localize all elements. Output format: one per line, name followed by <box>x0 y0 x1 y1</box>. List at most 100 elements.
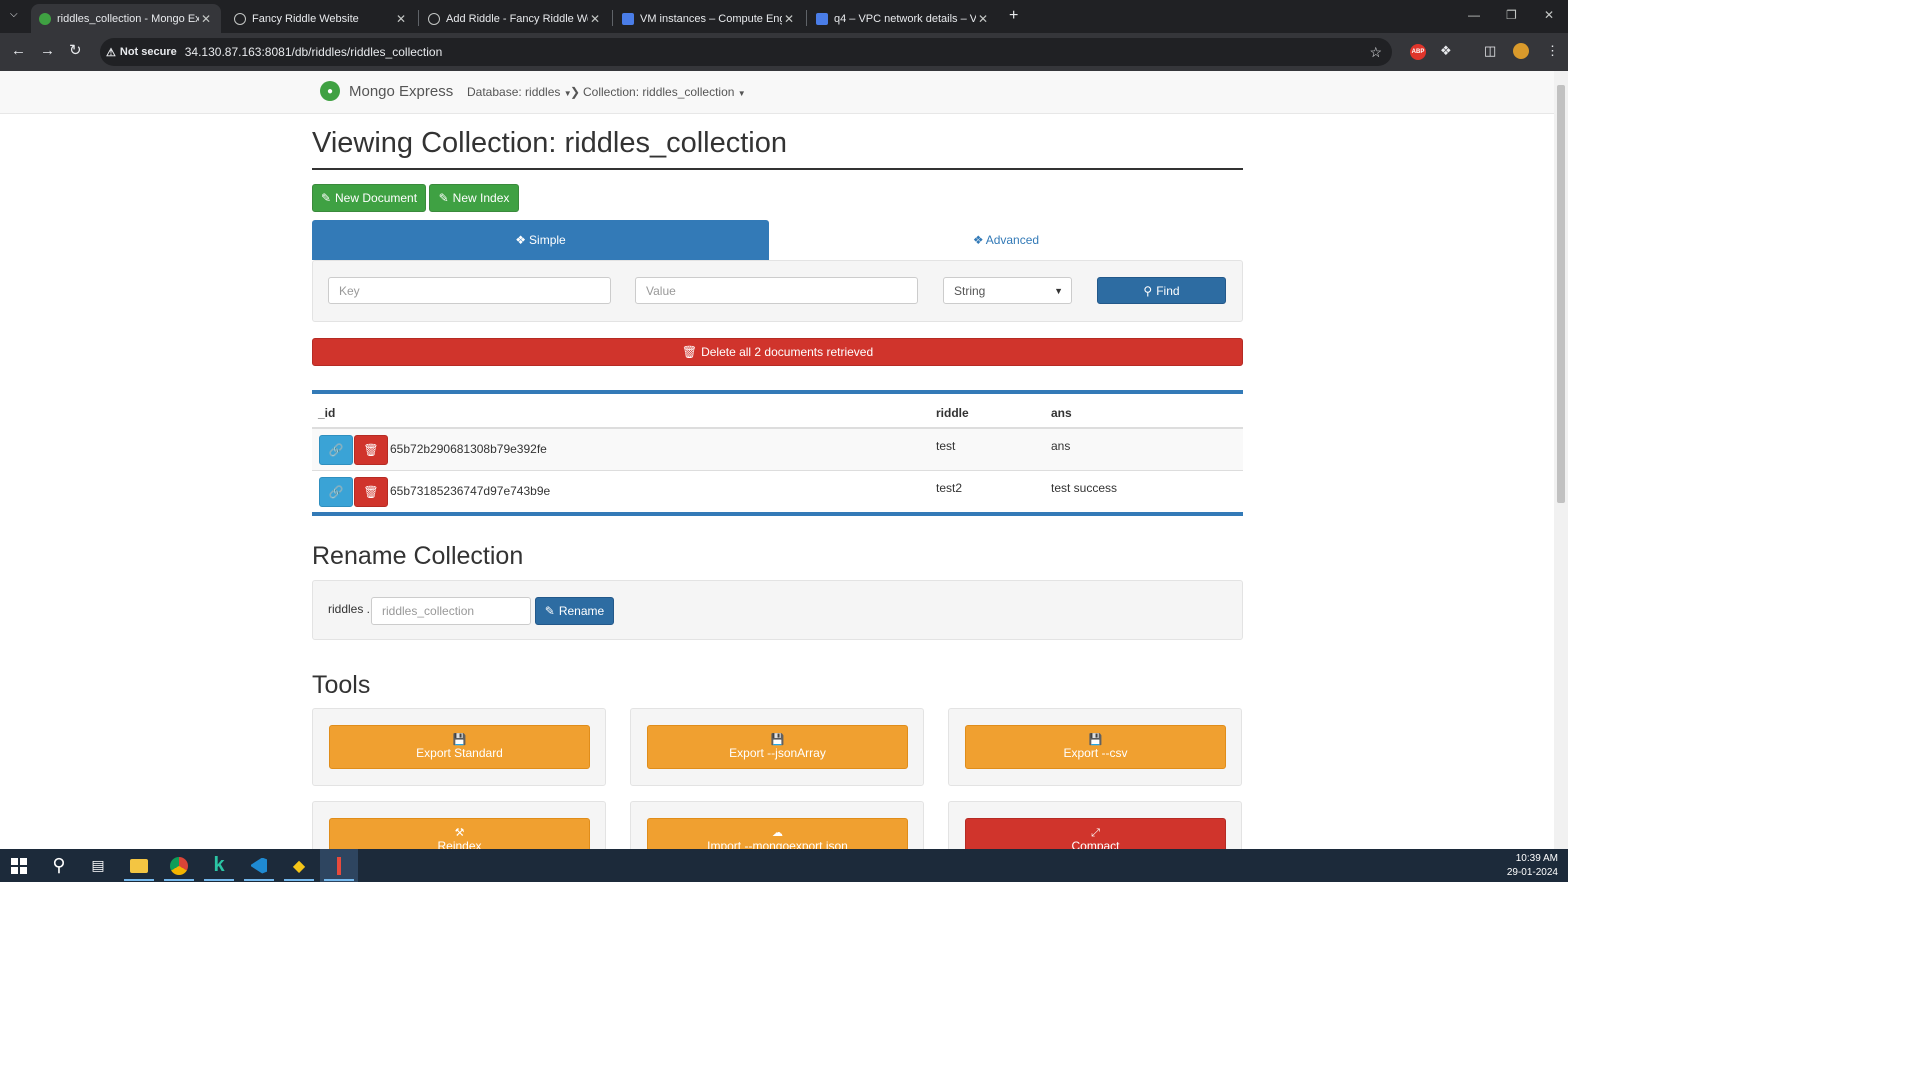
mongo-express-navbar: ● Mongo Express Database: riddles ▼ ❯ Co… <box>0 71 1554 114</box>
pencil-icon: ✎ <box>320 191 332 205</box>
collection-dropdown[interactable]: Collection: riddles_collection ▼ <box>583 85 746 99</box>
search-taskbar-button[interactable]: ⚲ <box>40 849 78 882</box>
link-icon: 🔗 <box>328 485 344 499</box>
browser-tab-mongo[interactable]: riddles_collection - Mongo Exp ✕ <box>31 4 221 33</box>
kotlin-app-button[interactable]: k <box>200 849 238 882</box>
export-jsonarray-button[interactable]: 💾 Export --jsonArray <box>647 725 908 769</box>
simple-search-panel: Key Value String ▼ ⚲ Find <box>312 260 1243 322</box>
database-dropdown[interactable]: Database: riddles ▼ <box>467 85 572 99</box>
browser-toolbar: ← → ↻ ⚠ Not secure 34.130.87.163:8081/db… <box>0 33 1568 71</box>
task-view-button[interactable]: ▤ <box>79 849 117 882</box>
browser-tab-vpc[interactable]: q4 – VPC network details – VPC ✕ <box>808 4 998 33</box>
new-tab-button[interactable]: + <box>1009 7 1018 25</box>
extensions-puzzle-icon[interactable]: ❖ <box>1440 43 1452 59</box>
ans-value: ans <box>1051 439 1071 453</box>
chevron-right-icon: ❯ <box>570 85 581 99</box>
vscode-icon <box>251 857 267 874</box>
tool-panel: 💾 Export Standard <box>312 708 606 786</box>
profile-avatar[interactable] <box>1513 43 1529 59</box>
save-icon: 💾 <box>1088 734 1103 746</box>
find-button[interactable]: ⚲ Find <box>1097 277 1226 304</box>
chrome-taskbar-button[interactable] <box>160 849 198 882</box>
close-tab-icon[interactable]: ✕ <box>199 12 213 26</box>
delete-document-button[interactable]: 🗑 <box>354 435 388 465</box>
close-tab-icon[interactable]: ✕ <box>588 12 602 26</box>
column-header-riddle[interactable]: riddle <box>936 406 969 420</box>
save-icon: 💾 <box>770 734 785 746</box>
file-explorer-button[interactable] <box>120 849 158 882</box>
tab-advanced[interactable]: ❖ Advanced <box>769 220 1243 260</box>
key-input[interactable]: Key <box>328 277 611 304</box>
document-id[interactable]: 65b72b290681308b79e392fe <box>390 442 547 456</box>
type-select[interactable]: String ▼ <box>943 277 1072 304</box>
page-scrollbar[interactable] <box>1554 71 1568 849</box>
export-csv-button[interactable]: 💾 Export --csv <box>965 725 1226 769</box>
compress-icon: ⤢ <box>1091 827 1100 839</box>
new-index-button[interactable]: ✎ New Index <box>429 184 519 212</box>
document-id[interactable]: 65b73185236747d97e743b9e <box>390 484 550 498</box>
vpc-network-icon <box>816 12 828 25</box>
chrome-menu-icon[interactable]: ⋮ <box>1546 43 1559 59</box>
browser-tab-riddle-website[interactable]: Fancy Riddle Website ✕ <box>226 4 416 33</box>
git-app-button[interactable]: ◆ <box>280 849 318 882</box>
delete-document-button[interactable]: 🗑 <box>354 477 388 507</box>
close-tab-icon[interactable]: ✕ <box>394 12 408 26</box>
tool-panel: 💾 Export --jsonArray <box>630 708 924 786</box>
import-mongoexport-button[interactable]: ☁ Import --mongoexport json <box>647 818 908 849</box>
ans-value: test success <box>1051 481 1118 495</box>
riddle-value: test2 <box>936 481 963 495</box>
page-title: Viewing Collection: riddles_collection <box>312 127 1243 170</box>
address-bar[interactable]: ⚠ Not secure 34.130.87.163:8081/db/riddl… <box>100 38 1392 66</box>
tab-simple[interactable]: ❖ Simple <box>312 220 769 260</box>
view-document-button[interactable]: 🔗 <box>319 435 353 465</box>
tab-separator <box>612 10 613 26</box>
tool-panel: ⚒ Reindex <box>312 801 606 849</box>
column-header-id[interactable]: _id <box>318 406 335 420</box>
tab-search-icon[interactable]: ⌵ <box>10 9 18 20</box>
tool-panel: ⤢ Compact <box>948 801 1242 849</box>
tag-icon: ❖ <box>515 233 527 247</box>
compact-button[interactable]: ⤢ Compact <box>965 818 1226 849</box>
search-icon: ⚲ <box>1143 283 1153 298</box>
browser-tab-strip: ⌵ riddles_collection - Mongo Exp ✕ Fancy… <box>0 0 1568 33</box>
tab-separator <box>418 10 419 26</box>
browser-tab-vm-instances[interactable]: VM instances – Compute Engin ✕ <box>614 4 804 33</box>
riddle-value: test <box>936 439 956 453</box>
adblock-extension-icon[interactable]: ABP <box>1410 44 1426 60</box>
start-button[interactable] <box>0 849 38 882</box>
cloud-upload-icon: ☁ <box>772 827 783 839</box>
active-app-button[interactable] <box>320 849 358 882</box>
pencil-icon: ✎ <box>544 604 555 618</box>
rename-button[interactable]: ✎ Rename <box>535 597 614 625</box>
restore-icon[interactable]: ❐ <box>1506 8 1517 22</box>
trash-icon: 🗑 <box>363 485 379 499</box>
close-tab-icon[interactable]: ✕ <box>976 12 990 26</box>
column-header-ans[interactable]: ans <box>1051 406 1072 420</box>
forward-icon[interactable]: → <box>40 42 55 60</box>
mongo-leaf-icon: ● <box>320 81 340 101</box>
system-clock[interactable]: 10:39 AM 29-01-2024 <box>1507 852 1558 880</box>
view-document-button[interactable]: 🔗 <box>319 477 353 507</box>
browser-tab-add-riddle[interactable]: Add Riddle - Fancy Riddle Web ✕ <box>420 4 610 33</box>
scrollbar-thumb[interactable] <box>1557 85 1565 503</box>
reload-icon[interactable]: ↻ <box>69 42 82 60</box>
close-tab-icon[interactable]: ✕ <box>782 12 796 26</box>
close-window-icon[interactable]: ✕ <box>1544 8 1554 22</box>
export-standard-button[interactable]: 💾 Export Standard <box>329 725 590 769</box>
bookmark-star-icon[interactable]: ☆ <box>1369 44 1382 61</box>
new-document-button[interactable]: ✎ New Document <box>312 184 426 212</box>
compute-engine-icon <box>622 12 634 25</box>
chevron-down-icon: ▼ <box>1054 285 1063 296</box>
back-icon[interactable]: ← <box>11 42 26 60</box>
table-row: 🔗 🗑 65b72b290681308b79e392fe test ans <box>312 429 1243 471</box>
rename-input[interactable]: riddles_collection <box>371 597 531 625</box>
minimize-icon[interactable]: — <box>1468 8 1480 22</box>
vscode-taskbar-button[interactable] <box>240 849 278 882</box>
delete-all-button[interactable]: 🗑 Delete all 2 documents retrieved <box>312 338 1243 366</box>
value-input[interactable]: Value <box>635 277 918 304</box>
side-panel-icon[interactable]: ◫ <box>1484 43 1496 59</box>
not-secure-indicator[interactable]: ⚠ Not secure <box>106 46 177 59</box>
reindex-button[interactable]: ⚒ Reindex <box>329 818 590 849</box>
brand-link[interactable]: ● Mongo Express <box>320 81 453 101</box>
url-text[interactable]: 34.130.87.163:8081/db/riddles/riddles_co… <box>185 45 443 59</box>
